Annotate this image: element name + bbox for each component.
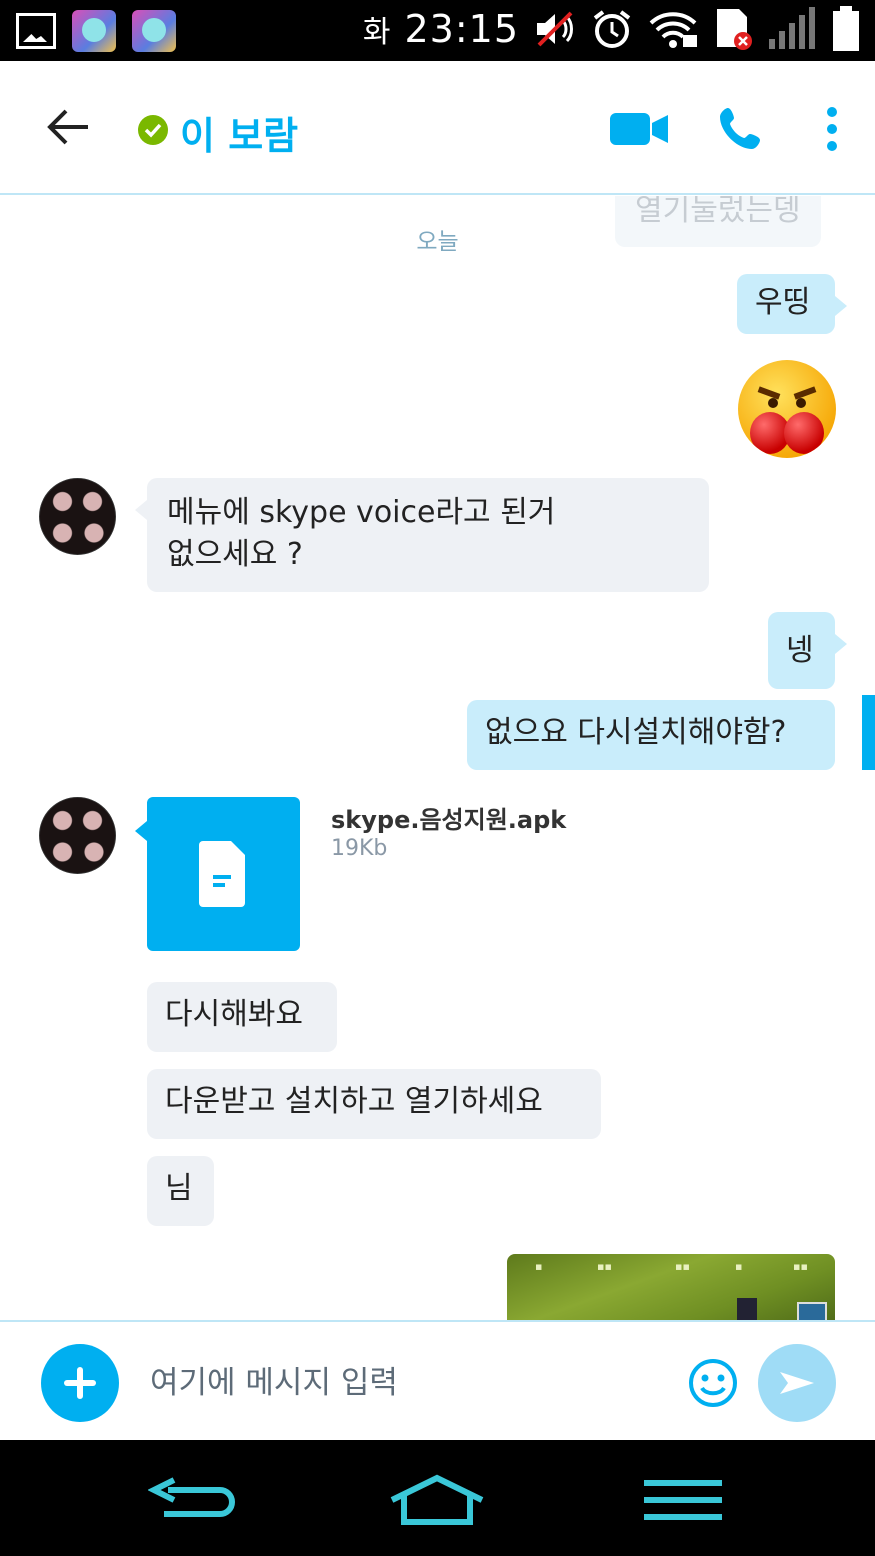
menu-icon [644,1480,722,1520]
nav-back-button[interactable] [147,1476,238,1526]
message-incoming[interactable]: 다시해봐요 [147,982,337,1052]
video-camera-icon [610,113,668,145]
status-day: 화 [362,15,391,50]
message-text-line: 없으세요 ? [167,537,303,572]
file-size: 19Kb [331,836,388,861]
system-navigation-bar [0,1440,875,1556]
send-button[interactable] [758,1344,836,1422]
battery-icon [831,6,861,52]
home-icon [390,1474,484,1525]
gallery-notification-icon [16,13,56,49]
smiley-icon [689,1359,737,1407]
message-outgoing[interactable]: 넹 [768,612,847,689]
status-bar: 화 23:15 [0,0,875,61]
alarm-icon [591,8,633,50]
contact-avatar[interactable] [39,797,116,874]
sim-error-icon [713,7,753,51]
add-attachment-button[interactable] [41,1344,119,1422]
audio-call-button[interactable] [718,105,764,151]
phone-icon [720,108,760,149]
file-name[interactable]: skype.음성지원.apk [331,800,566,835]
file-attachment-button[interactable] [135,797,300,951]
date-separator: 오늘 [416,229,459,255]
message-input[interactable] [150,1358,670,1408]
arrow-left-icon [47,109,88,145]
contact-avatar[interactable] [39,478,116,555]
wifi-icon [647,9,699,49]
message-incoming[interactable]: 님 [147,1156,214,1226]
emoji-button[interactable] [688,1358,738,1408]
game-app-notification-icon [72,10,116,52]
game-app-notification-icon-2 [132,10,176,52]
message-incoming[interactable]: 메뉴에 skype voice라고 된거 없으세요 ? [135,478,709,592]
message-outgoing[interactable]: 우띵 [737,274,847,334]
status-time: 23:15 [404,7,519,51]
document-icon [199,841,245,907]
mute-icon [533,9,577,49]
back-arrow-icon [147,1477,235,1517]
video-call-button[interactable] [608,111,670,147]
chat-header: 이 보람 [0,61,875,195]
message-incoming[interactable]: 다운받고 설치하고 열기하세요 [147,1069,601,1139]
angry-boxing-emoticon-icon[interactable] [738,360,836,458]
nav-home-button[interactable] [388,1474,486,1526]
message-composer [0,1320,875,1440]
send-icon [780,1372,814,1394]
nav-menu-button[interactable] [644,1478,722,1522]
contact-name[interactable]: 이 보람 [180,105,298,160]
message-outgoing[interactable]: 없으요 다시설치해야함? [467,700,835,770]
image-attachment-preview[interactable]: ▪ ▪▪ ▪▪ ▪ ▪▪ [507,1254,835,1320]
message-text-line: 메뉴에 skype voice라고 된거 [167,495,556,530]
chat-scrollbar[interactable] [862,695,875,770]
presence-online-icon [138,115,168,145]
message-list[interactable]: 열기눌렀는뎅 오늘 우띵 메뉴에 skype voice라고 된거 없으세요 ?… [0,196,875,1320]
more-vertical-icon [827,107,837,151]
more-options-button[interactable] [822,107,842,151]
signal-icon [767,7,817,51]
back-button[interactable] [44,107,92,147]
